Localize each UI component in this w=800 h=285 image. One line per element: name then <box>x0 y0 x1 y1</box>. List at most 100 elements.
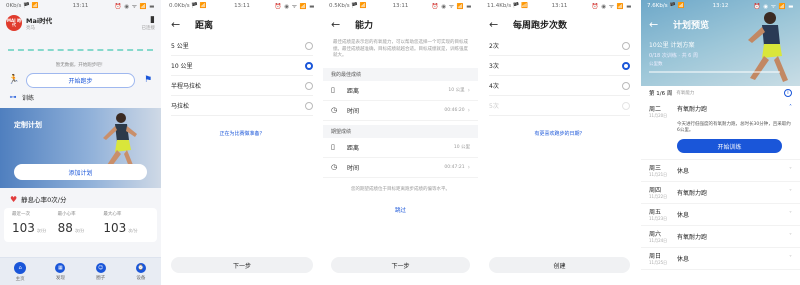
row-label: 时间 <box>347 107 360 115</box>
resting-hr-title[interactable]: ♥ 静息心率0次/分 <box>0 188 161 206</box>
target-distance-row[interactable]: ▯ 距离 10 公里 <box>323 138 478 158</box>
row-value: 00:46:20 <box>444 107 465 113</box>
stat-value: 103 <box>12 221 35 235</box>
tab-label: 圈子 <box>96 275 106 281</box>
radio-button-selected[interactable] <box>622 61 630 70</box>
back-arrow-icon[interactable]: ← <box>489 18 503 31</box>
title-bar: ← 计划预览 <box>641 12 800 36</box>
radio-button[interactable] <box>305 81 313 90</box>
tab-label: 设备 <box>136 275 146 281</box>
best-time-row[interactable]: ◷ 时间 00:46:20 › <box>323 101 478 121</box>
radio-button[interactable] <box>622 41 630 50</box>
option-label: 半程马拉松 <box>171 83 202 90</box>
day-name: 周三 <box>649 165 662 172</box>
page-title: 每周跑步次数 <box>513 20 568 31</box>
day-item[interactable]: 周日 11月25日 休息 ˅ <box>641 248 800 270</box>
resting-hr-label: 静息心率0次/分 <box>21 196 67 204</box>
option-4-times[interactable]: 4次 <box>489 76 630 96</box>
day-name: 周六 <box>649 231 662 238</box>
option-5k[interactable]: 5 公里 <box>171 36 313 56</box>
page-title: 计划预览 <box>673 20 710 31</box>
target-time-row[interactable]: ◷ 时间 00:47:21 › <box>323 158 478 178</box>
create-button[interactable]: 创建 <box>489 257 630 273</box>
radio-button-selected[interactable] <box>305 61 313 70</box>
ability-description: 最佳成绩是表示您的有氧能力，可以帮助您选择一个可实现的目标成绩。最佳成绩越准确，… <box>333 40 468 58</box>
weekly-run-options: 2次 3次 4次 5次 <box>481 36 638 116</box>
tab-discover[interactable]: ▦ 发现 <box>40 258 80 285</box>
chevron-up-icon[interactable]: ˄ <box>789 104 792 119</box>
start-training-button[interactable]: 开始训练 <box>677 139 782 153</box>
day-item[interactable]: 周五 11月23日 休息 ˅ <box>641 204 800 226</box>
watch-icon: ▮ <box>150 14 155 25</box>
distance-screen: 0.0Kb/s 🏴 📶 13:11 ⏰ ◉ ᯤ 📶 ▬ ← 距离 5 公里 10… <box>163 0 321 285</box>
option-2-times[interactable]: 2次 <box>489 36 630 56</box>
chevron-right-icon: › <box>467 163 470 171</box>
stat-unit: 次/分 <box>128 228 138 233</box>
option-label: 马拉松 <box>171 103 190 110</box>
plan-name: 10公里 计划方案 <box>649 42 695 49</box>
bottom-tab-bar: ⌂ 主页 ▦ 发现 ☺ 圈子 ⌚ 设备 <box>0 257 161 285</box>
tab-device[interactable]: ⌚ 设备 <box>121 258 161 285</box>
radio-button[interactable] <box>622 81 630 90</box>
hr-stat-max: 最大心率 103 次/分 <box>103 208 149 242</box>
chevron-right-icon: › <box>467 106 470 114</box>
hr-stats: 最近一次 103 次/分 最小心率 88 次/分 最大心率 103 次/分 <box>4 208 157 242</box>
stat-value: 103 <box>103 221 127 235</box>
next-button[interactable]: 下一步 <box>171 257 313 273</box>
ruler-icon: ▯ <box>331 143 335 151</box>
runner-icon[interactable]: 🏃 <box>8 75 19 85</box>
chevron-down-icon: ˅ <box>789 167 792 174</box>
option-marathon[interactable]: 马拉松 <box>171 96 313 116</box>
start-run-button[interactable]: 开始跑步 <box>26 72 135 88</box>
day-activity: 休息 <box>677 168 690 175</box>
heart-icon: ♥ <box>10 194 18 204</box>
option-3-times[interactable]: 3次 <box>489 56 630 76</box>
tab-label: 主页 <box>15 276 25 282</box>
info-icon[interactable]: i <box>784 89 792 97</box>
day-detail: 今天进行低强度的有氧耐力跑，总时长30分钟，且采取约6公里。 <box>677 122 791 133</box>
start-run-row: 🏃 开始跑步 ⚑ <box>0 70 161 90</box>
custom-plan-card[interactable]: 定制计划 添加计划 <box>0 108 161 188</box>
radio-button[interactable] <box>305 101 313 110</box>
back-arrow-icon[interactable]: ← <box>171 18 185 31</box>
row-value: 10 公里 <box>448 88 465 93</box>
back-arrow-icon[interactable]: ← <box>649 18 663 31</box>
day-date: 11月22日 <box>649 194 668 199</box>
row-label: 距离 <box>347 87 360 95</box>
chevron-down-icon: ˅ <box>789 255 792 262</box>
home-icon: ⌂ <box>14 261 27 274</box>
best-distance-row[interactable]: ▯ 距离 10 公里 › <box>323 81 478 101</box>
radio-button-disabled <box>622 101 630 110</box>
option-10k[interactable]: 10 公里 <box>171 56 313 76</box>
option-half-marathon[interactable]: 半程马拉松 <box>171 76 313 96</box>
skip-link[interactable]: 跳过 <box>323 206 478 214</box>
tab-community[interactable]: ☺ 圈子 <box>81 258 121 285</box>
preferred-days-link[interactable]: 有更喜欢跑步的日期？ <box>481 130 638 137</box>
back-arrow-icon[interactable]: ← <box>331 18 345 31</box>
status-bar: 0.0Kb/s 🏴 📶 13:11 ⏰ ◉ ᯤ 📶 ▬ <box>163 0 321 12</box>
device-status[interactable]: ▮ 已连接 <box>142 14 156 31</box>
day-date: 11月21日 <box>649 172 668 177</box>
next-button[interactable]: 下一步 <box>331 257 470 273</box>
row-value: 10 公里 <box>453 145 470 150</box>
day-item-expanded[interactable]: 周二 11月20日 有氧耐力跑 ˄ 今天进行低强度的有氧耐力跑，总时长30分钟，… <box>641 100 800 160</box>
week-header: 第 1/6 周 有氧能力 i <box>641 86 800 100</box>
clock-icon: ◷ <box>331 106 338 114</box>
option-label: 10 公里 <box>171 63 193 70</box>
plan-hero: 7.6Kb/s 🏴 📶 13:12 ⏰ ◉ ᯤ 📶 ▬ ← 计划预览 10公里 … <box>641 0 800 86</box>
add-plan-button[interactable]: 添加计划 <box>14 164 147 180</box>
activity-dashline <box>8 49 153 51</box>
tab-home[interactable]: ⌂ 主页 <box>0 258 40 285</box>
race-prep-link[interactable]: 正在为比赛做准备？ <box>163 130 321 137</box>
day-item[interactable]: 周四 11月22日 有氧耐力跑 ˅ <box>641 182 800 204</box>
day-item[interactable]: 周六 11月24日 有氧耐力跑 ˅ <box>641 226 800 248</box>
stat-value: 88 <box>57 221 73 235</box>
watch-icon: ⌚ <box>135 262 146 273</box>
ability-screen: 0.5Kb/s 🏴 📶 13:11 ⏰ ◉ ᯤ 📶 ▬ ← 能力 最佳成绩是表示… <box>323 0 478 285</box>
flag-icon[interactable]: ⚑ <box>143 75 153 85</box>
app-sub: 亮马 <box>26 26 35 31</box>
day-item[interactable]: 周三 11月21日 休息 ˅ <box>641 160 800 182</box>
status-time: 13:11 <box>392 3 409 9</box>
radio-button[interactable] <box>305 41 313 50</box>
option-label: 5 公里 <box>171 43 189 50</box>
